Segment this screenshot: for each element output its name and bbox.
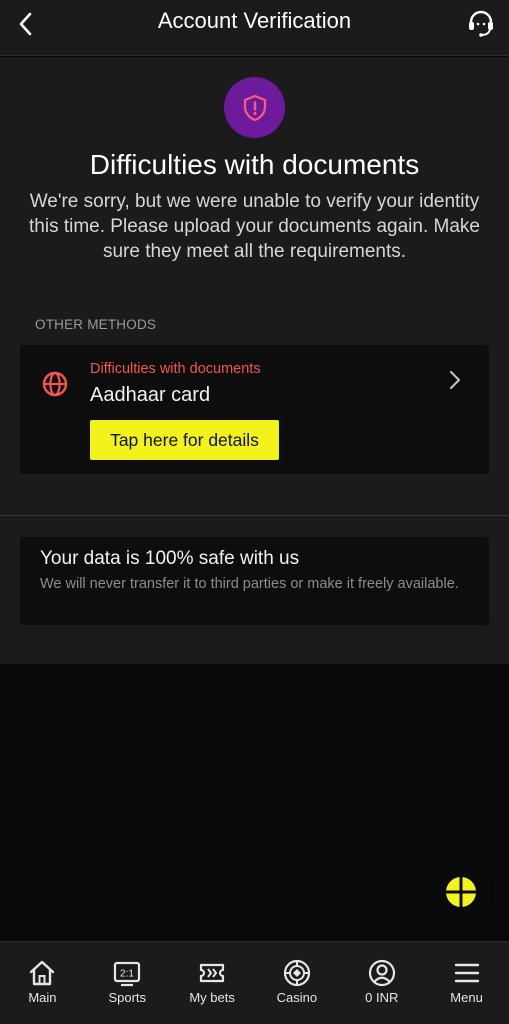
main-description: We're sorry, but we were unable to verif… — [29, 191, 480, 262]
scoreboard-icon: 2:1 — [114, 961, 141, 987]
nav-label: Main — [28, 990, 57, 1005]
header-bar: Account Verification — [0, 0, 509, 56]
casino-chip-icon — [283, 959, 310, 987]
nav-label: My bets — [189, 990, 235, 1005]
method-card-aadhaar[interactable]: Difficulties with documents Aadhaar card… — [20, 345, 489, 474]
chevron-right-icon — [449, 370, 461, 390]
section-divider — [0, 515, 509, 516]
verification-screen: Account Verification Difficulties with d… — [0, 0, 509, 1024]
account-icon — [368, 959, 395, 987]
section-label-other-methods: OTHER METHODS — [35, 317, 157, 332]
nav-item-menu[interactable]: Menu — [424, 942, 509, 1024]
nav-item-main[interactable]: Main — [0, 942, 85, 1024]
nav-label: Casino — [276, 990, 318, 1005]
nav-label: 0 INR — [365, 990, 399, 1005]
ticket-icon — [199, 963, 225, 983]
headset-icon — [469, 10, 493, 37]
chat-ball-icon — [446, 877, 476, 907]
safety-title: Your data is 100% safe with us — [40, 548, 300, 569]
data-safety-card: Your data is 100% safe with us We will n… — [20, 537, 489, 625]
nav-label: Menu — [450, 990, 483, 1005]
main-heading: Difficulties with documents — [89, 149, 420, 180]
support-button[interactable] — [461, 4, 501, 42]
nav-item-casino[interactable]: Casino — [254, 942, 339, 1024]
nav-label: Sports — [108, 990, 147, 1005]
details-button[interactable]: Tap here for details — [90, 420, 279, 460]
globe-icon — [42, 371, 68, 397]
method-name: Aadhaar card — [90, 384, 211, 406]
nav-item-account[interactable]: 0 INR — [339, 942, 424, 1024]
nav-item-my-bets[interactable]: My bets — [170, 942, 255, 1024]
shield-alert-icon — [243, 94, 266, 121]
home-icon — [30, 960, 55, 986]
nav-item-sports[interactable]: 2:1 Sports — [85, 942, 170, 1024]
safety-description: We will never transfer it to third parti… — [40, 576, 459, 592]
method-status: Difficulties with documents — [90, 361, 261, 377]
main-panel: Difficulties with documents We're sorry,… — [0, 57, 509, 664]
svg-text:2:1: 2:1 — [120, 969, 134, 980]
hamburger-menu-icon — [454, 963, 479, 983]
bottom-navigation: Main 2:1 Sports My bets Casino 0 INR Men… — [0, 941, 509, 1024]
shield-badge — [224, 77, 285, 138]
chat-fab-button[interactable] — [431, 862, 491, 922]
page-title: Account Verification — [157, 8, 352, 33]
